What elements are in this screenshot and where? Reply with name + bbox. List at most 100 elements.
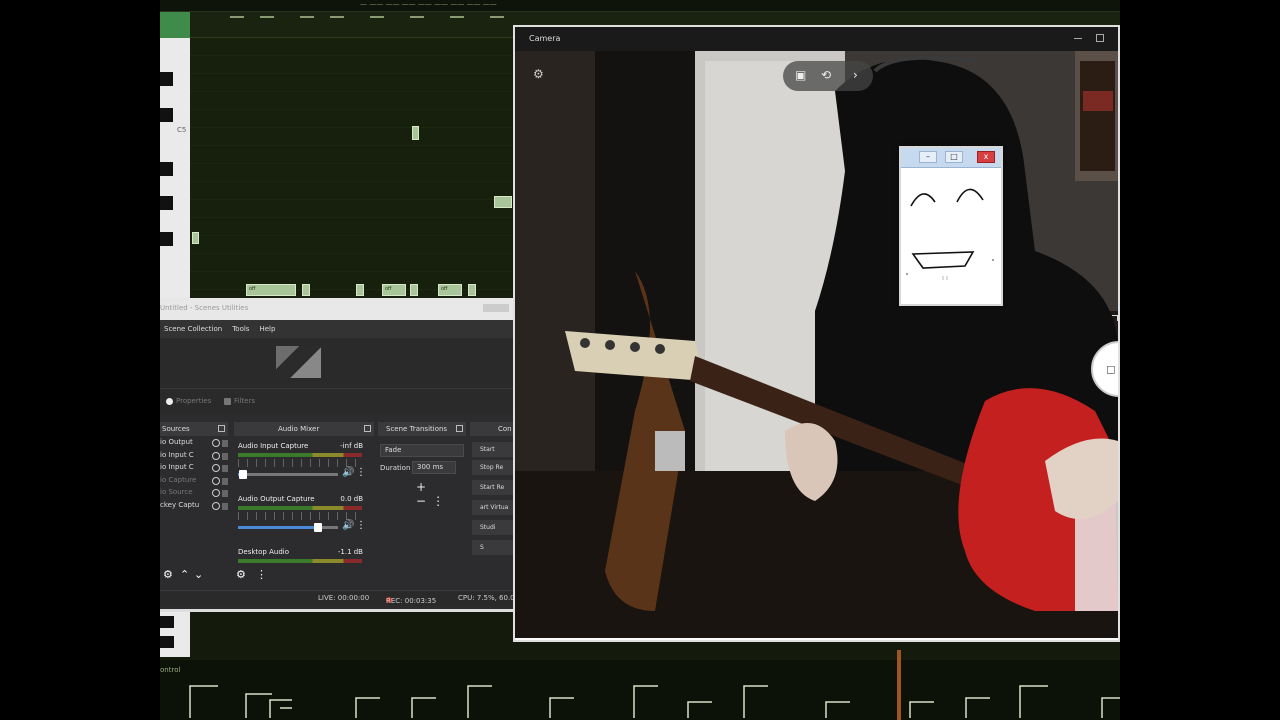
midi-note[interactable]	[410, 284, 418, 296]
duration-input[interactable]: 300 ms	[412, 461, 456, 474]
chevron-right-icon[interactable]: ›	[853, 68, 858, 82]
volume-slider[interactable]	[238, 470, 338, 479]
more-vertical-icon[interactable]: ⋮	[356, 520, 366, 531]
daw-track-marker[interactable]	[160, 12, 190, 38]
midi-note[interactable]	[412, 126, 419, 140]
studio-mode-button[interactable]: Studi	[472, 520, 513, 535]
more-vertical-icon[interactable]: ⋮	[356, 467, 366, 478]
midi-note[interactable]	[494, 196, 512, 208]
source-item[interactable]: io Source	[160, 488, 228, 501]
camera-feed: ⚙ ▣ ⟲ › ◻ – □ x	[515, 51, 1118, 638]
eye-icon[interactable]	[212, 501, 220, 510]
dock-float-icon[interactable]	[456, 425, 463, 432]
filters-button[interactable]: Filters	[224, 397, 255, 405]
live-time: LIVE: 00:00:00	[318, 594, 370, 602]
camera-mode-toolbar: ▣ ⟲ ›	[783, 61, 873, 91]
piano-keyboard[interactable]: C5	[160, 38, 190, 300]
mixer-more-icon[interactable]: ⋮	[256, 568, 267, 581]
source-item[interactable]: io Capture	[160, 476, 228, 489]
letterbox-left	[0, 0, 160, 720]
expand-icon[interactable]	[1112, 315, 1118, 321]
eye-icon[interactable]	[212, 439, 220, 447]
move-down-icon[interactable]: ⌄	[194, 568, 203, 581]
close-icon[interactable]: x	[977, 151, 995, 163]
playhead[interactable]	[897, 650, 901, 720]
controls-dock-header: Con	[470, 422, 513, 436]
gear-icon[interactable]: ⚙	[533, 67, 544, 81]
lock-icon[interactable]	[222, 477, 228, 485]
audio-mixer-dock-header: Audio Mixer	[234, 422, 374, 436]
mixer-settings-icon[interactable]: ⚙	[236, 568, 246, 581]
camera-window-title: Camera	[529, 34, 561, 43]
properties-button[interactable]: Properties	[166, 397, 211, 405]
speaker-icon[interactable]: 🔊	[342, 467, 354, 478]
transition-select[interactable]: Fade	[380, 444, 464, 457]
note-c5-label: C5	[177, 126, 187, 134]
add-transition-button[interactable]: +	[416, 480, 432, 494]
midi-note[interactable]	[468, 284, 476, 296]
midi-note[interactable]	[302, 284, 310, 296]
scene-thumbnail[interactable]	[276, 346, 321, 378]
maximize-icon[interactable]	[1096, 34, 1104, 42]
eye-icon[interactable]	[212, 464, 220, 472]
minimize-icon[interactable]	[1074, 38, 1082, 39]
midi-note[interactable]: off	[382, 284, 406, 296]
eye-icon[interactable]	[212, 451, 220, 460]
midi-note[interactable]: off	[438, 284, 462, 296]
level-meter	[238, 453, 362, 457]
camera-titlebar[interactable]: Camera	[515, 27, 1118, 51]
start-replay-button[interactable]: Start Re	[472, 480, 513, 495]
letterbox-right	[1120, 0, 1280, 720]
mixer-channel: Audio Input Capture -inf dB 🔊 ⋮	[238, 442, 366, 479]
rotate-camera-icon[interactable]: ⟲	[821, 68, 831, 82]
midi-note[interactable]	[192, 232, 199, 244]
lock-icon[interactable]	[222, 465, 228, 472]
webcam-image	[515, 51, 1118, 638]
remove-transition-button[interactable]: −	[416, 494, 432, 508]
dock-float-icon[interactable]	[364, 425, 371, 432]
source-item[interactable]: ckey Captu	[160, 501, 228, 514]
drawn-face[interactable]	[901, 168, 1001, 304]
eye-icon[interactable]	[212, 476, 220, 485]
obs-statusbar: LIVE: 00:00:00 REC: 00:03:35 CPU: 7.5%, …	[160, 590, 513, 606]
source-item[interactable]: io Output	[160, 438, 228, 451]
filter-icon	[224, 397, 231, 405]
bottom-piano-keyboard[interactable]	[160, 612, 190, 657]
gear-icon	[166, 397, 173, 405]
menu-scene-collection[interactable]: Scene Collection	[164, 325, 222, 333]
menu-help[interactable]: Help	[259, 325, 275, 333]
lock-icon[interactable]	[222, 502, 228, 510]
obs-titlebar[interactable]: Untitled - Scenes Utilities	[160, 298, 513, 320]
dock-float-icon[interactable]	[218, 425, 225, 432]
obs-window: Untitled - Scenes Utilities Scene Collec…	[160, 298, 513, 612]
start-streaming-button[interactable]: Start	[472, 442, 513, 457]
lock-icon[interactable]	[222, 452, 228, 460]
source-item[interactable]: io Input C	[160, 451, 228, 464]
sources-dock-footer: ⚙ ⌃ ⌄ ⚙ ⋮	[160, 566, 380, 586]
minimize-icon[interactable]: –	[919, 151, 937, 163]
piano-roll-grid[interactable]: off off off	[190, 38, 512, 300]
eye-icon[interactable]	[212, 489, 220, 497]
start-virtual-camera-button[interactable]: art Virtua	[472, 500, 513, 515]
settings-button[interactable]: S	[472, 540, 513, 555]
source-item[interactable]: io Input C	[160, 463, 228, 476]
lock-icon[interactable]	[222, 490, 228, 497]
menu-tools[interactable]: Tools	[232, 325, 249, 333]
stop-recording-button[interactable]: Stop Re	[472, 460, 513, 475]
controller-lane[interactable]: ontrol	[160, 660, 1120, 720]
lock-icon[interactable]	[222, 440, 228, 447]
obs-window-title: Untitled - Scenes Utilities	[160, 304, 249, 312]
paint-titlebar[interactable]: – □ x	[901, 148, 1001, 168]
midi-note[interactable]: off	[246, 284, 296, 296]
midi-note[interactable]	[356, 284, 364, 296]
speaker-icon[interactable]: 🔊	[342, 520, 354, 531]
volume-slider[interactable]	[238, 523, 338, 532]
maximize-icon[interactable]: □	[945, 151, 963, 163]
transition-more-button[interactable]: ⋮	[432, 494, 450, 508]
photo-mode-icon[interactable]: ▣	[795, 68, 806, 82]
window-controls[interactable]	[483, 304, 509, 312]
camera-shutter-icon: ◻	[1106, 362, 1116, 376]
move-up-icon[interactable]: ⌃	[180, 568, 189, 581]
paint-window: – □ x	[899, 146, 1003, 306]
add-source-icon[interactable]: ⚙	[163, 568, 173, 581]
